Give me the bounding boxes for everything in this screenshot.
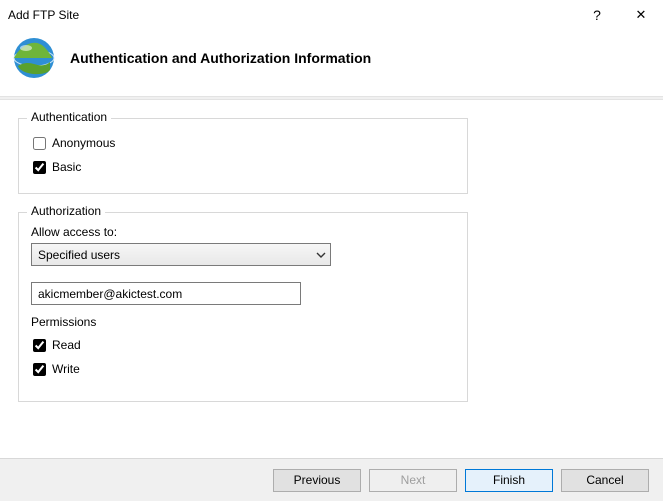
authentication-group-label: Authentication xyxy=(27,110,111,124)
wizard-header: Authentication and Authorization Informa… xyxy=(0,30,663,96)
write-checkbox[interactable] xyxy=(33,363,46,376)
basic-label: Basic xyxy=(52,160,81,174)
permissions-label: Permissions xyxy=(31,315,455,329)
users-input[interactable] xyxy=(31,282,301,305)
authorization-group: Authorization Allow access to: Specified… xyxy=(18,212,468,402)
allow-access-label: Allow access to: xyxy=(31,225,455,239)
allow-access-selected: Specified users xyxy=(38,248,120,262)
globe-icon xyxy=(12,36,56,80)
authorization-group-label: Authorization xyxy=(27,204,105,218)
read-label: Read xyxy=(52,338,81,352)
finish-button[interactable]: Finish xyxy=(465,469,553,492)
anonymous-checkbox[interactable] xyxy=(33,137,46,150)
chevron-down-icon xyxy=(316,250,326,260)
read-checkbox[interactable] xyxy=(33,339,46,352)
anonymous-label: Anonymous xyxy=(52,136,115,150)
previous-button[interactable]: Previous xyxy=(273,469,361,492)
next-button: Next xyxy=(369,469,457,492)
wizard-content: Authentication Anonymous Basic Authoriza… xyxy=(0,100,663,432)
allow-access-dropdown[interactable]: Specified users xyxy=(31,243,331,266)
window-title: Add FTP Site xyxy=(8,8,575,22)
cancel-button[interactable]: Cancel xyxy=(561,469,649,492)
help-icon: ? xyxy=(593,7,601,23)
close-icon: ✕ xyxy=(636,7,647,23)
wizard-footer: Previous Next Finish Cancel xyxy=(0,458,663,501)
authentication-group: Authentication Anonymous Basic xyxy=(18,118,468,194)
page-title: Authentication and Authorization Informa… xyxy=(70,50,371,66)
close-button[interactable]: ✕ xyxy=(619,0,663,30)
help-button[interactable]: ? xyxy=(575,0,619,30)
basic-checkbox[interactable] xyxy=(33,161,46,174)
title-bar: Add FTP Site ? ✕ xyxy=(0,0,663,30)
write-label: Write xyxy=(52,362,80,376)
